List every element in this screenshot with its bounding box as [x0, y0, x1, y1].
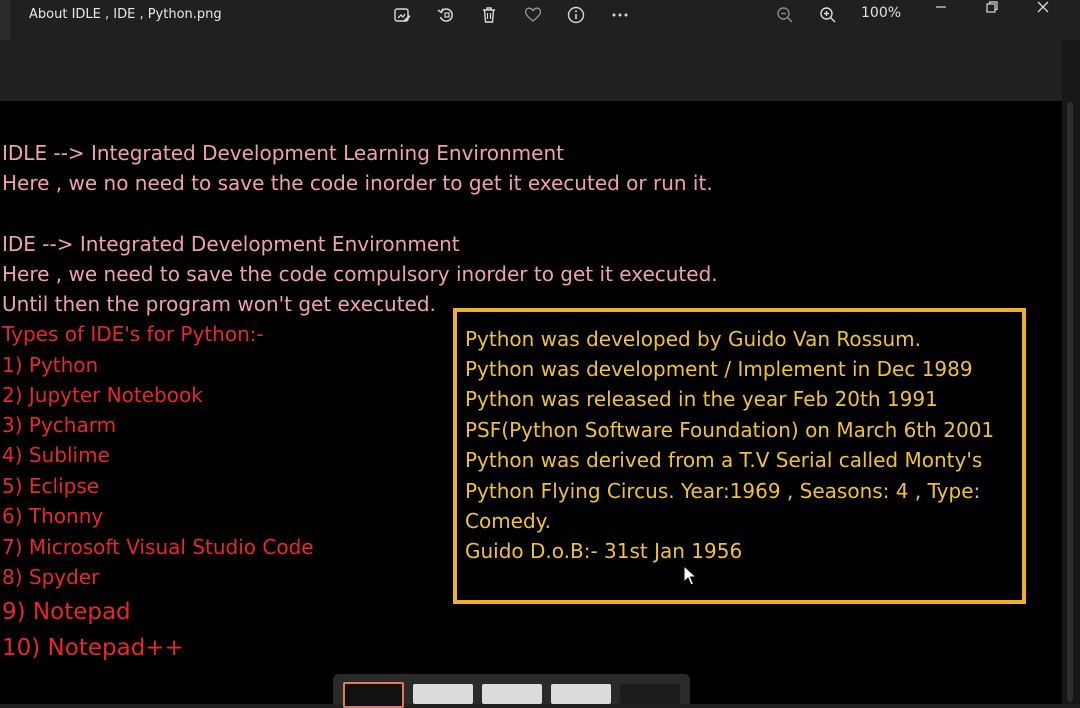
history-line: Python was development / Implement in De…: [465, 357, 973, 381]
filmstrip-thumbnail[interactable]: [482, 684, 542, 704]
favorite-icon[interactable]: [521, 4, 545, 26]
more-icon[interactable]: [608, 4, 632, 26]
edit-image-icon[interactable]: [390, 4, 414, 26]
delete-icon[interactable]: [477, 4, 501, 26]
ide-list-item: 9) Notepad: [2, 599, 131, 625]
history-line: Guido D.o.B:- 31st Jan 1956: [465, 539, 743, 563]
image-canvas: IDLE --> Integrated Development Learning…: [0, 101, 1062, 704]
window-edge: [0, 0, 10, 40]
ide-list-item: 5) Eclipse: [2, 474, 100, 498]
vertical-scrollbar[interactable]: [1062, 40, 1080, 704]
ide-list-heading: Types of IDE's for Python:-: [2, 322, 264, 346]
idle-definition: IDLE --> Integrated Development Learning…: [2, 141, 564, 165]
ide-note: Until then the program won't get execute…: [2, 292, 436, 316]
ide-description: Here , we need to save the code compulso…: [2, 262, 718, 286]
ide-list-item: 6) Thonny: [2, 504, 104, 528]
ide-list-item: 3) Pycharm: [2, 413, 117, 437]
filmstrip-thumbnail[interactable]: [343, 682, 404, 708]
ide-list-item: 4) Sublime: [2, 443, 110, 467]
zoom-level[interactable]: 100%: [861, 5, 901, 21]
ide-list-item: 7) Microsoft Visual Studio Code: [2, 535, 314, 559]
toolbar-band: [0, 40, 1062, 101]
filmstrip: [333, 674, 690, 708]
window-title: About IDLE , IDE , Python.png: [29, 7, 222, 22]
rotate-icon[interactable]: [434, 4, 458, 26]
close-icon[interactable]: [1031, 0, 1055, 18]
scrollbar-thumb[interactable]: [1067, 102, 1073, 702]
info-icon[interactable]: [564, 4, 588, 26]
history-line: Python was released in the year Feb 20th…: [465, 387, 938, 411]
minimize-icon[interactable]: [929, 0, 953, 18]
ide-list-item: 8) Spyder: [2, 565, 100, 589]
ide-definition: IDE --> Integrated Development Environme…: [2, 232, 460, 256]
history-line: Python was developed by Guido Van Rossum…: [465, 327, 921, 351]
history-line: Comedy.: [465, 509, 552, 533]
ide-list-item: 2) Jupyter Notebook: [2, 383, 203, 407]
filmstrip-thumbnail[interactable]: [413, 684, 473, 704]
zoom-out-icon[interactable]: [773, 4, 797, 26]
history-line: PSF(Python Software Foundation) on March…: [465, 418, 995, 442]
history-line: Python Flying Circus. Year:1969 , Season…: [465, 479, 981, 503]
filmstrip-thumbnail[interactable]: [551, 684, 611, 704]
history-line: Python was derived from a T.V Serial cal…: [465, 448, 983, 472]
restore-icon[interactable]: [980, 0, 1004, 18]
ide-list-item: 1) Python: [2, 353, 99, 377]
mouse-cursor-icon: [683, 564, 698, 591]
python-history-box: Python was developed by Guido Van Rossum…: [453, 308, 1026, 604]
ide-list-item: 10) Notepad++: [2, 635, 184, 661]
filmstrip-thumbnail[interactable]: [620, 684, 680, 704]
title-bar: About IDLE , IDE , Python.png 100%: [0, 0, 1080, 40]
idle-description: Here , we no need to save the code inord…: [2, 171, 713, 195]
zoom-in-icon[interactable]: [816, 4, 840, 26]
